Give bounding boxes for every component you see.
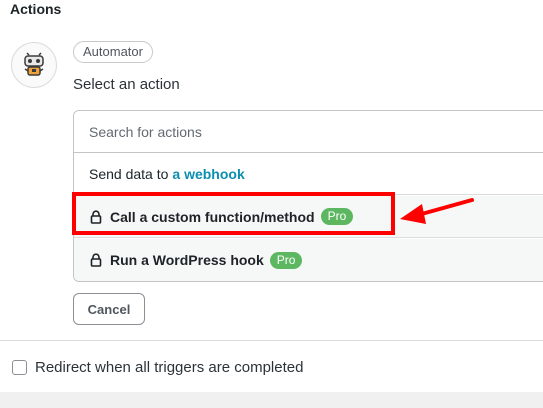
pro-badge: Pro (320, 208, 354, 225)
action-option-highlight: a webhook (172, 165, 245, 182)
integration-name-pill: Automator (73, 41, 153, 63)
redirect-checkbox[interactable] (12, 360, 27, 375)
action-option-wordpress-hook[interactable]: Run a WordPress hook Pro (74, 239, 543, 281)
action-search-input[interactable] (74, 111, 543, 153)
select-action-prompt: Select an action (73, 76, 180, 93)
lock-icon (90, 209, 102, 224)
action-option-label: Run a WordPress hook (110, 252, 264, 268)
automator-avatar (11, 42, 57, 88)
cancel-button[interactable]: Cancel (73, 293, 145, 325)
section-divider (0, 340, 543, 341)
pro-badge: Pro (269, 251, 303, 269)
robot-icon (24, 52, 44, 76)
redirect-option[interactable]: Redirect when all triggers are completed (12, 359, 303, 376)
action-option-label: Call a custom function/method (110, 208, 315, 225)
action-option-webhook[interactable]: Send data to a webhook (74, 153, 543, 195)
footer-band (0, 392, 543, 408)
action-option-prefix: Send data to (89, 165, 169, 182)
section-title: Actions (10, 1, 62, 17)
redirect-label: Redirect when all triggers are completed (35, 359, 304, 376)
annotation-arrow-icon (400, 198, 474, 224)
lock-icon (90, 253, 102, 267)
